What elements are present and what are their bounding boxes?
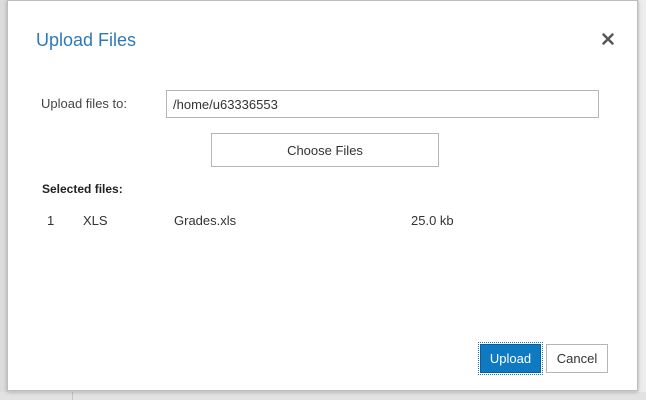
upload-files-dialog: Upload Files Upload files to: Choose Fil…	[7, 0, 638, 391]
file-type: XLS	[83, 213, 108, 228]
file-index: 1	[47, 213, 55, 228]
upload-button[interactable]: Upload	[478, 342, 543, 375]
selected-file-row: 1 XLS Grades.xls 25.0 kb	[8, 213, 639, 231]
background-divider	[72, 392, 73, 400]
close-button[interactable]	[597, 28, 619, 50]
file-name: Grades.xls	[174, 213, 237, 228]
close-icon	[602, 33, 614, 45]
upload-to-label: Upload files to:	[41, 96, 127, 111]
choose-files-button[interactable]: Choose Files	[211, 133, 439, 167]
selected-files-heading: Selected files:	[42, 182, 123, 196]
upload-path-input[interactable]	[166, 90, 599, 118]
dialog-title: Upload Files	[36, 30, 137, 50]
cancel-button[interactable]: Cancel	[546, 344, 608, 373]
background-panel-bottom	[0, 392, 646, 400]
file-size: 25.0 kb	[411, 213, 454, 228]
background-panel-right	[639, 0, 646, 400]
